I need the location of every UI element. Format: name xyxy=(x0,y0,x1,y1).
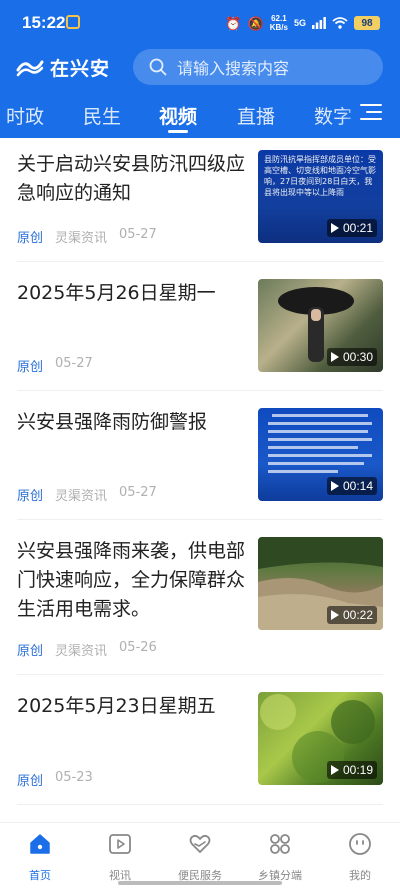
status-time: 15:22 xyxy=(22,13,66,32)
article-title: 2025年5月26日星期一 xyxy=(17,282,216,304)
video-thumbnail[interactable]: 县防汛抗旱指挥部成员单位：受高空槽、切变线和地面冷空气影响，27日夜间到28日白… xyxy=(258,150,383,243)
video-duration: 00:22 xyxy=(326,606,377,624)
nav-label: 首页 xyxy=(29,869,51,882)
video-duration: 00:30 xyxy=(326,348,377,366)
article-date: 05-27 xyxy=(55,356,93,371)
article-title: 2025年5月23日星期五 xyxy=(17,695,216,717)
video-thumbnail[interactable]: 00:22 xyxy=(258,537,383,630)
video-duration: 00:19 xyxy=(326,761,377,779)
app-header: 在兴安 请输入搜索内容 xyxy=(0,46,400,90)
list-item[interactable]: 2025年5月23日星期五 原创 05-23 00:19 xyxy=(0,674,400,805)
article-meta: 原创 05-27 xyxy=(17,356,93,375)
article-meta: 原创 灵渠资讯 05-27 xyxy=(17,227,157,246)
notification-app-icon xyxy=(66,15,80,29)
menu-line-icon xyxy=(366,111,382,113)
article-date: 05-27 xyxy=(119,485,157,500)
article-source: 灵渠资讯 xyxy=(55,489,108,504)
list-item[interactable]: 关于启动兴安县防汛四级应急响应的通知 原创 灵渠资讯 05-27 县防汛抗旱指挥… xyxy=(0,138,400,262)
home-icon xyxy=(30,834,50,854)
nav-video[interactable]: 视讯 xyxy=(80,823,160,889)
nav-services[interactable]: 便民服务 xyxy=(160,823,240,889)
status-bar: 15:22 ⏰ 🔕 62.1 KB/s 5G 98 xyxy=(0,0,400,46)
article-meta: 原创 灵渠资讯 05-27 xyxy=(17,485,157,504)
bottom-nav: 首页 视讯 便民服务 乡镇分端 我的 xyxy=(0,822,400,889)
signal-label: 5G xyxy=(293,18,306,28)
original-tag: 原创 xyxy=(17,231,44,246)
divider xyxy=(17,804,383,805)
nav-profile[interactable]: 我的 xyxy=(320,823,400,889)
article-title: 关于启动兴安县防汛四级应急响应的通知 xyxy=(17,153,246,204)
article-meta: 原创 灵渠资讯 05-26 xyxy=(17,640,157,659)
original-tag: 原创 xyxy=(17,489,44,504)
channel-menu-button[interactable] xyxy=(360,102,382,122)
video-icon xyxy=(109,834,131,854)
original-tag: 原创 xyxy=(17,360,44,375)
video-thumbnail[interactable]: 00:30 xyxy=(258,279,383,372)
menu-line-icon xyxy=(360,104,382,106)
play-icon xyxy=(330,352,339,362)
article-source: 灵渠资讯 xyxy=(55,231,108,246)
nav-home[interactable]: 首页 xyxy=(0,823,80,889)
play-icon xyxy=(330,610,339,620)
original-tag: 原创 xyxy=(17,774,44,789)
article-list: 关于启动兴安县防汛四级应急响应的通知 原创 灵渠资讯 05-27 县防汛抗旱指挥… xyxy=(0,138,400,822)
video-duration: 00:21 xyxy=(326,219,377,237)
article-date: 05-26 xyxy=(119,640,157,655)
duration-text: 00:21 xyxy=(342,221,373,235)
profile-icon xyxy=(349,833,371,855)
duration-text: 00:19 xyxy=(342,763,373,777)
article-title: 兴安县强降雨防御警报 xyxy=(17,411,208,433)
wifi-icon xyxy=(332,17,348,29)
logo-text: 在兴安 xyxy=(50,58,111,80)
video-thumbnail[interactable]: 00:14 xyxy=(258,408,383,501)
top-bar: 15:22 ⏰ 🔕 62.1 KB/s 5G 98 在兴安 请输入搜索内容 时政… xyxy=(0,0,400,138)
tab-livelihood[interactable]: 民生 xyxy=(83,102,121,129)
heart-hand-icon xyxy=(189,834,211,853)
play-icon xyxy=(330,765,339,775)
nav-towns[interactable]: 乡镇分端 xyxy=(240,823,320,889)
active-tab-indicator xyxy=(168,130,188,133)
battery-indicator: 98 xyxy=(354,16,380,30)
home-indicator[interactable] xyxy=(118,881,282,885)
video-thumbnail[interactable]: 00:19 xyxy=(258,692,383,785)
article-source: 灵渠资讯 xyxy=(55,644,108,659)
search-icon xyxy=(149,58,167,76)
article-meta: 原创 05-23 xyxy=(17,770,93,789)
thumbnail-notice-text: 县防汛抗旱指挥部成员单位：受高空槽、切变线和地面冷空气影响，27日夜间到28日白… xyxy=(264,155,376,197)
search-placeholder: 请输入搜索内容 xyxy=(177,59,290,78)
nav-label: 我的 xyxy=(349,869,371,882)
list-item[interactable]: 兴安县强降雨来袭，供电部门快速响应，全力保障群众生活用电需求。 原创 灵渠资讯 … xyxy=(0,519,400,675)
net-speed-value: 62.1 xyxy=(271,14,287,23)
article-title: 兴安县强降雨来袭，供电部门快速响应，全力保障群众生活用电需求。 xyxy=(17,540,246,620)
play-icon xyxy=(330,481,339,491)
menu-line-icon xyxy=(360,118,382,120)
app-logo: 在兴安 xyxy=(16,54,110,81)
logo-mark-icon xyxy=(16,60,44,76)
list-item[interactable]: 兴安县强降雨防御警报 原创 灵渠资讯 05-27 00:14 xyxy=(0,390,400,520)
play-icon xyxy=(330,223,339,233)
tab-politics[interactable]: 时政 xyxy=(6,102,44,129)
duration-text: 00:14 xyxy=(342,479,373,493)
net-speed: 62.1 KB/s xyxy=(270,14,288,32)
list-item[interactable]: 2025年5月26日星期一 原创 05-27 00:30 xyxy=(0,261,400,391)
video-duration: 00:14 xyxy=(326,477,377,495)
duration-text: 00:30 xyxy=(342,350,373,364)
grid-icon xyxy=(270,834,290,854)
tab-live[interactable]: 直播 xyxy=(237,102,275,129)
mute-icon: 🔕 xyxy=(247,15,264,31)
category-tabs: 时政 民生 视频 直播 数字 xyxy=(0,92,400,138)
search-bar[interactable]: 请输入搜索内容 xyxy=(133,49,383,85)
net-speed-unit: KB/s xyxy=(269,23,288,32)
article-date: 05-27 xyxy=(119,227,157,242)
article-date: 05-23 xyxy=(55,770,93,785)
original-tag: 原创 xyxy=(17,644,44,659)
signal-icon xyxy=(312,17,326,29)
alarm-icon: ⏰ xyxy=(225,15,242,31)
status-indicators: ⏰ 🔕 62.1 KB/s 5G 98 xyxy=(225,13,380,33)
duration-text: 00:22 xyxy=(342,608,373,622)
tab-video[interactable]: 视频 xyxy=(159,102,197,129)
